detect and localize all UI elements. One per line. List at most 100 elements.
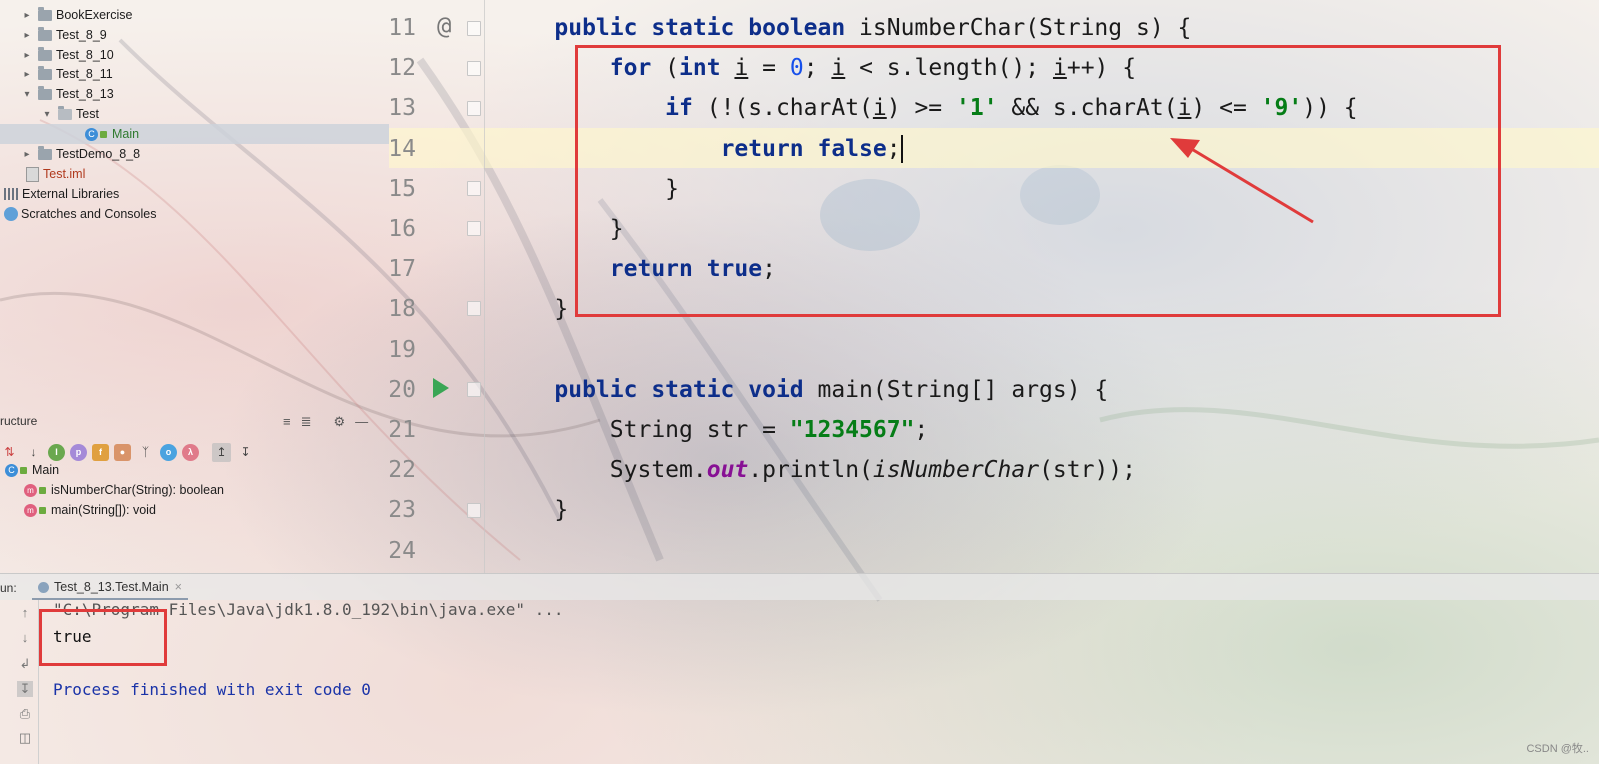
code-line[interactable]: String str = "1234567"; [499,410,929,450]
code-line[interactable]: System.out.println(isNumberChar(str)); [499,450,1136,490]
code-token: System. [499,457,707,484]
file-icon [26,166,39,182]
show-fields-icon[interactable]: f [92,443,109,461]
fold-marker-icon[interactable] [467,101,481,116]
tree-item-external-libraries[interactable]: External Libraries [4,184,119,204]
code-line[interactable]: } [499,490,568,530]
line-number: 22 [388,457,416,484]
trash-icon[interactable]: ◫ [17,730,33,746]
tree-item-label: Scratches and Consoles [21,207,157,221]
tree-item-test-8-13[interactable]: ▾ Test_8_13 [22,84,114,104]
minimize-icon[interactable]: — [355,414,368,430]
scratches-icon [4,207,18,221]
code-token: (str)); [1039,457,1136,484]
code-token: out [706,457,749,484]
print-icon[interactable]: ⎙ [17,706,33,722]
structure-class-label: Main [32,463,60,477]
code-line[interactable]: public static boolean isNumberChar(Strin… [499,8,1191,48]
run-tool-window-header [0,573,1599,600]
chevron-down-icon[interactable]: ▾ [42,109,52,120]
folder-icon [38,85,52,100]
arrow-down-icon[interactable]: ↓ [17,630,33,646]
line-number: 19 [388,336,416,363]
line-number: 16 [388,216,416,242]
tree-item-main[interactable]: C Main [0,124,389,144]
chevron-right-icon[interactable]: ▸ [22,69,32,80]
tree-item-test-iml[interactable]: Test.iml [26,164,85,184]
chevron-right-icon[interactable]: ▸ [22,50,32,61]
expand-all-icon[interactable]: ≡ [283,414,291,430]
scroll-to-end-icon[interactable]: ↧ [17,681,33,697]
override-marker-icon[interactable]: @ [437,12,451,40]
tree-item-test-8-9[interactable]: ▸ Test_8_9 [22,25,107,45]
chevron-down-icon[interactable]: ▾ [22,89,32,100]
gear-icon[interactable]: ⚙ [334,414,346,430]
lock-icon [39,506,46,514]
fold-marker-icon[interactable] [467,221,481,236]
tree-item-label: External Libraries [22,187,120,201]
code-token: .println( [748,457,873,484]
tree-item-test-8-10[interactable]: ▸ Test_8_10 [22,45,114,65]
sort-visibility-icon[interactable]: ↓ [24,443,43,462]
tree-item-test-package[interactable]: ▾ Test [42,104,99,124]
annotation-box-output [39,609,167,666]
line-number: 21 [388,417,416,443]
chevron-right-icon[interactable]: ▸ [22,30,32,41]
fold-marker-icon[interactable] [467,181,481,196]
gutter-separator [484,0,485,573]
code-token: public static void [554,376,804,403]
show-properties-icon[interactable]: p [70,443,87,461]
fold-marker-icon[interactable] [467,503,481,518]
structure-member[interactable]: m isNumberChar(String): boolean [24,480,224,500]
method-icon: m [24,503,37,517]
run-tab-label: Test_8_13.Test.Main [54,580,169,594]
autoscroll-to-source-icon[interactable]: ↥ [212,442,231,462]
libraries-icon [4,188,18,200]
tree-item-label: Main [112,127,140,141]
show-inherited-icon[interactable]: I [48,443,65,461]
tree-item-bookexercise[interactable]: ▸ BookExercise [22,5,132,25]
soft-wrap-icon[interactable]: ↲ [17,656,33,672]
folder-icon [38,26,52,41]
sort-alpha-icon[interactable]: ⇅ [0,443,19,462]
folder-icon [38,145,52,160]
method-icon: m [24,483,37,497]
tree-item-test-8-11[interactable]: ▸ Test_8_11 [22,64,113,84]
run-tab[interactable]: Test_8_13.Test.Main × [32,576,188,600]
arrow-up-icon[interactable]: ↑ [17,605,33,621]
watermark: CSDN @牧.. [1526,743,1589,755]
show-non-public-icon[interactable]: ● [114,443,131,461]
chevron-right-icon[interactable]: ▸ [22,149,32,160]
structure-class-main[interactable]: C Main [5,460,59,480]
anonymous-classes-icon[interactable]: o [160,443,177,461]
show-lambdas-icon[interactable]: ᛉ [136,443,155,462]
fold-marker-icon[interactable] [467,301,481,316]
code-token: "1234567" [789,417,915,443]
annotation-box-code [575,45,1501,317]
line-number: 20 [388,376,416,403]
code-line[interactable]: public static void main(String[] args) { [499,370,1108,410]
class-icon: C [5,463,18,477]
fold-marker-icon[interactable] [467,61,481,76]
fold-marker-icon[interactable] [467,382,481,397]
structure-member[interactable]: m main(String[]): void [24,500,156,520]
close-icon[interactable]: × [175,580,182,594]
project-tree: ▸ BookExercise ▸ Test_8_9 ▸ Test_8_10 ▸ … [0,0,389,412]
code-line[interactable]: } [499,289,568,329]
tree-item-label: Test.iml [43,167,86,181]
line-number: 15 [388,175,416,202]
fold-marker-icon[interactable] [467,21,481,36]
tree-item-label: BookExercise [56,8,133,22]
package-icon [58,105,72,120]
code-token: isNumberChar [872,457,1040,484]
collapse-all-icon[interactable]: ≣ [301,414,312,430]
tree-item-label: Test [76,107,99,121]
structure-member-label: main(String[]): void [51,503,156,517]
autoscroll-from-source-icon[interactable]: ↧ [236,443,255,462]
tree-item-label: Test_8_10 [56,48,114,62]
chevron-right-icon[interactable]: ▸ [22,10,32,21]
lambda-icon[interactable]: λ [182,443,199,461]
tree-item-scratches[interactable]: Scratches and Consoles [4,204,157,224]
tree-item-testdemo-8-8[interactable]: ▸ TestDemo_8_8 [22,144,140,164]
run-icon[interactable] [431,376,451,400]
